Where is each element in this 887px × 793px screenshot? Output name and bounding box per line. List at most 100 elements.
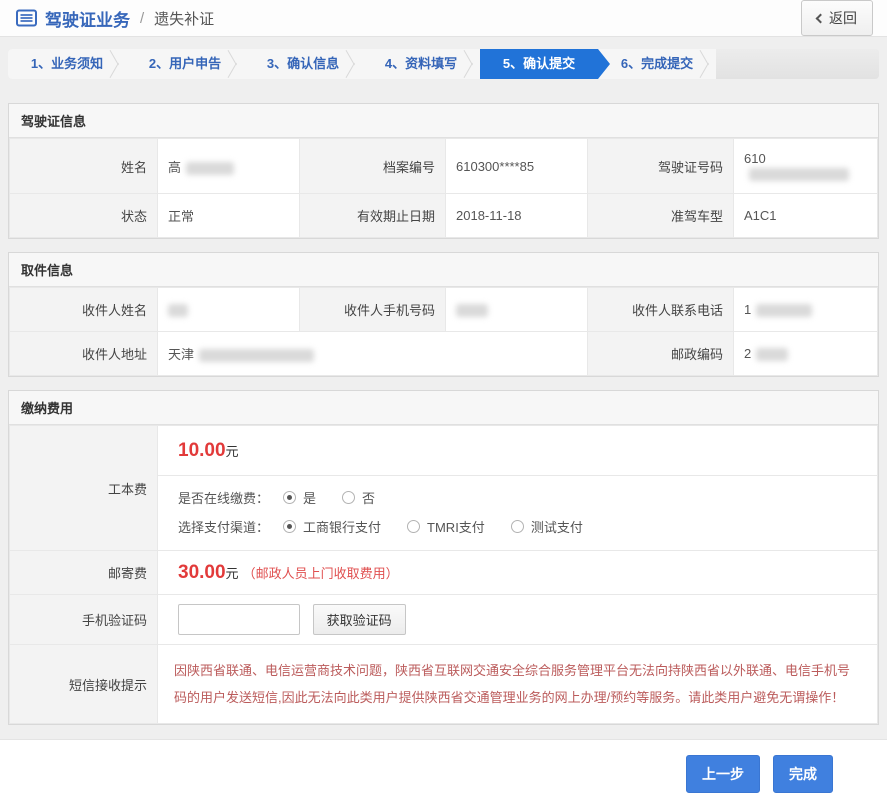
radio-selected-icon xyxy=(283,491,296,504)
fee-amount-unit: 元 xyxy=(226,444,239,459)
zip-code-label-cell: 邮政编码 xyxy=(588,332,734,376)
footer-bar: 上一步 完成 xyxy=(0,739,887,793)
back-button-label: 返回 xyxy=(829,8,857,28)
step-tab-2[interactable]: 2、用户申告 xyxy=(126,49,244,79)
license-number-value-cell: 610 xyxy=(734,139,878,194)
pickup-info-panel: 取件信息 收件人姓名 收件人手机号码 收件人联系电话 1 收件人地址 天津 邮政… xyxy=(8,252,879,377)
recipient-phone-label-cell: 收件人联系电话 xyxy=(588,288,734,332)
step-tab-3[interactable]: 3、确认信息 xyxy=(244,49,362,79)
vehicle-class-value-cell: A1C1 xyxy=(734,194,878,238)
fee-amount: 10.00元 xyxy=(158,426,877,476)
expiry-value-cell: 2018-11-18 xyxy=(446,194,588,238)
step-tab-5-active[interactable]: 5、确认提交 xyxy=(480,49,598,79)
captcha-label-cell: 手机验证码 xyxy=(10,595,158,645)
payment-table: 工本费 10.00元 是否在线缴费： 是 xyxy=(9,425,878,724)
sms-tip-content-cell: 因陕西省联通、电信运营商技术问题，陕西省互联网交通安全综合服务管理平台无法向持陕… xyxy=(158,645,878,724)
back-chevron-icon xyxy=(816,13,826,23)
page-header: 驾驶证业务 / 遗失补证 返回 xyxy=(0,0,887,37)
masked-value xyxy=(186,162,234,175)
radio-label: 否 xyxy=(362,488,375,507)
recipient-name-label-cell: 收件人姓名 xyxy=(10,288,158,332)
step-tab-1[interactable]: 1、业务须知 xyxy=(8,49,126,79)
table-row: 收件人姓名 收件人手机号码 收件人联系电话 1 xyxy=(10,288,878,332)
page-title: 驾驶证业务 xyxy=(45,6,130,31)
recipient-mobile-label-cell: 收件人手机号码 xyxy=(300,288,446,332)
masked-value xyxy=(749,168,849,181)
license-info-table: 姓名 高 档案编号 610300****85 驾驶证号码 610 状态 正常 有… xyxy=(9,138,878,238)
finish-button[interactable]: 完成 xyxy=(773,755,833,793)
expiry-label-cell: 有效期止日期 xyxy=(300,194,446,238)
recipient-address-label-cell: 收件人地址 xyxy=(10,332,158,376)
postage-content-cell: 30.00元 （邮政人员上门收取费用） xyxy=(158,551,878,595)
pickup-panel-title: 取件信息 xyxy=(9,253,878,287)
step-tab-4[interactable]: 4、资料填写 xyxy=(362,49,480,79)
table-row: 状态 正常 有效期止日期 2018-11-18 准驾车型 A1C1 xyxy=(10,194,878,238)
postage-note: （邮政人员上门收取费用） xyxy=(243,566,399,581)
radio-label: 测试支付 xyxy=(531,517,583,536)
radio-unselected-icon xyxy=(511,520,524,533)
radio-label: 工商银行支付 xyxy=(303,517,381,536)
masked-value xyxy=(756,348,788,361)
status-label-cell: 状态 xyxy=(10,194,158,238)
recipient-mobile-value-cell xyxy=(446,288,588,332)
radio-unselected-icon xyxy=(342,491,355,504)
file-number-value-cell: 610300****85 xyxy=(446,139,588,194)
fee-label-cell: 工本费 xyxy=(10,426,158,551)
radio-online-no[interactable]: 否 xyxy=(342,488,375,507)
steps-bar-filler xyxy=(716,49,879,79)
table-row: 手机验证码 获取验证码 xyxy=(10,595,878,645)
license-info-panel: 驾驶证信息 姓名 高 档案编号 610300****85 驾驶证号码 610 状… xyxy=(8,103,879,239)
name-label-cell: 姓名 xyxy=(10,139,158,194)
license-panel-title: 驾驶证信息 xyxy=(9,104,878,138)
masked-value xyxy=(168,304,188,317)
status-value-cell: 正常 xyxy=(158,194,300,238)
radio-channel-test[interactable]: 测试支付 xyxy=(511,517,583,536)
table-row: 工本费 10.00元 是否在线缴费： 是 xyxy=(10,426,878,551)
zip-code-value-cell: 2 xyxy=(734,332,878,376)
payment-channel-question-row: 选择支付渠道： 工商银行支付 TMRI支付 测试支付 xyxy=(178,517,857,536)
radio-label: TMRI支付 xyxy=(427,517,485,536)
recipient-address-value-cell: 天津 xyxy=(158,332,588,376)
radio-label: 是 xyxy=(303,488,316,507)
recipient-phone-value-cell: 1 xyxy=(734,288,878,332)
online-payment-question-row: 是否在线缴费： 是 否 xyxy=(178,488,857,507)
radio-selected-icon xyxy=(283,520,296,533)
captcha-input[interactable] xyxy=(178,604,300,635)
masked-value xyxy=(199,349,314,362)
radio-online-yes[interactable]: 是 xyxy=(283,488,316,507)
license-business-icon xyxy=(16,9,37,27)
postage-amount-unit: 元 xyxy=(226,566,239,581)
step-tab-6[interactable]: 6、完成提交 xyxy=(598,49,716,79)
radio-channel-icbc[interactable]: 工商银行支付 xyxy=(283,517,381,536)
license-number-label-cell: 驾驶证号码 xyxy=(588,139,734,194)
table-row: 邮寄费 30.00元 （邮政人员上门收取费用） xyxy=(10,551,878,595)
breadcrumb-subtitle: 遗失补证 xyxy=(154,8,214,29)
payment-panel: 缴纳费用 工本费 10.00元 是否在线缴费： 是 xyxy=(8,390,879,725)
pickup-info-table: 收件人姓名 收件人手机号码 收件人联系电话 1 收件人地址 天津 邮政编码 2 xyxy=(9,287,878,376)
name-value-cell: 高 xyxy=(158,139,300,194)
previous-step-button[interactable]: 上一步 xyxy=(686,755,760,793)
sms-tip-label-cell: 短信接收提示 xyxy=(10,645,158,724)
masked-value xyxy=(456,304,488,317)
file-number-label-cell: 档案编号 xyxy=(300,139,446,194)
postage-amount-value: 30.00 xyxy=(178,562,226,583)
recipient-name-value-cell xyxy=(158,288,300,332)
fee-content-cell: 10.00元 是否在线缴费： 是 否 xyxy=(158,426,878,551)
table-row: 短信接收提示 因陕西省联通、电信运营商技术问题，陕西省互联网交通安全综合服务管理… xyxy=(10,645,878,724)
sms-notice-text: 因陕西省联通、电信运营商技术问题，陕西省互联网交通安全综合服务管理平台无法向持陕… xyxy=(174,657,861,711)
fee-amount-value: 10.00 xyxy=(178,440,226,461)
table-row: 收件人地址 天津 邮政编码 2 xyxy=(10,332,878,376)
back-button[interactable]: 返回 xyxy=(801,0,873,36)
payment-channel-question: 选择支付渠道： xyxy=(178,517,269,536)
masked-value xyxy=(756,304,812,317)
radio-unselected-icon xyxy=(407,520,420,533)
online-payment-question: 是否在线缴费： xyxy=(178,488,269,507)
captcha-content-cell: 获取验证码 xyxy=(158,595,878,645)
table-row: 姓名 高 档案编号 610300****85 驾驶证号码 610 xyxy=(10,139,878,194)
breadcrumb-divider: / xyxy=(140,10,144,27)
postage-label-cell: 邮寄费 xyxy=(10,551,158,595)
get-captcha-button[interactable]: 获取验证码 xyxy=(313,604,406,635)
radio-channel-tmri[interactable]: TMRI支付 xyxy=(407,517,485,536)
steps-bar: 1、业务须知 2、用户申告 3、确认信息 4、资料填写 5、确认提交 6、完成提… xyxy=(8,49,879,79)
vehicle-class-label-cell: 准驾车型 xyxy=(588,194,734,238)
